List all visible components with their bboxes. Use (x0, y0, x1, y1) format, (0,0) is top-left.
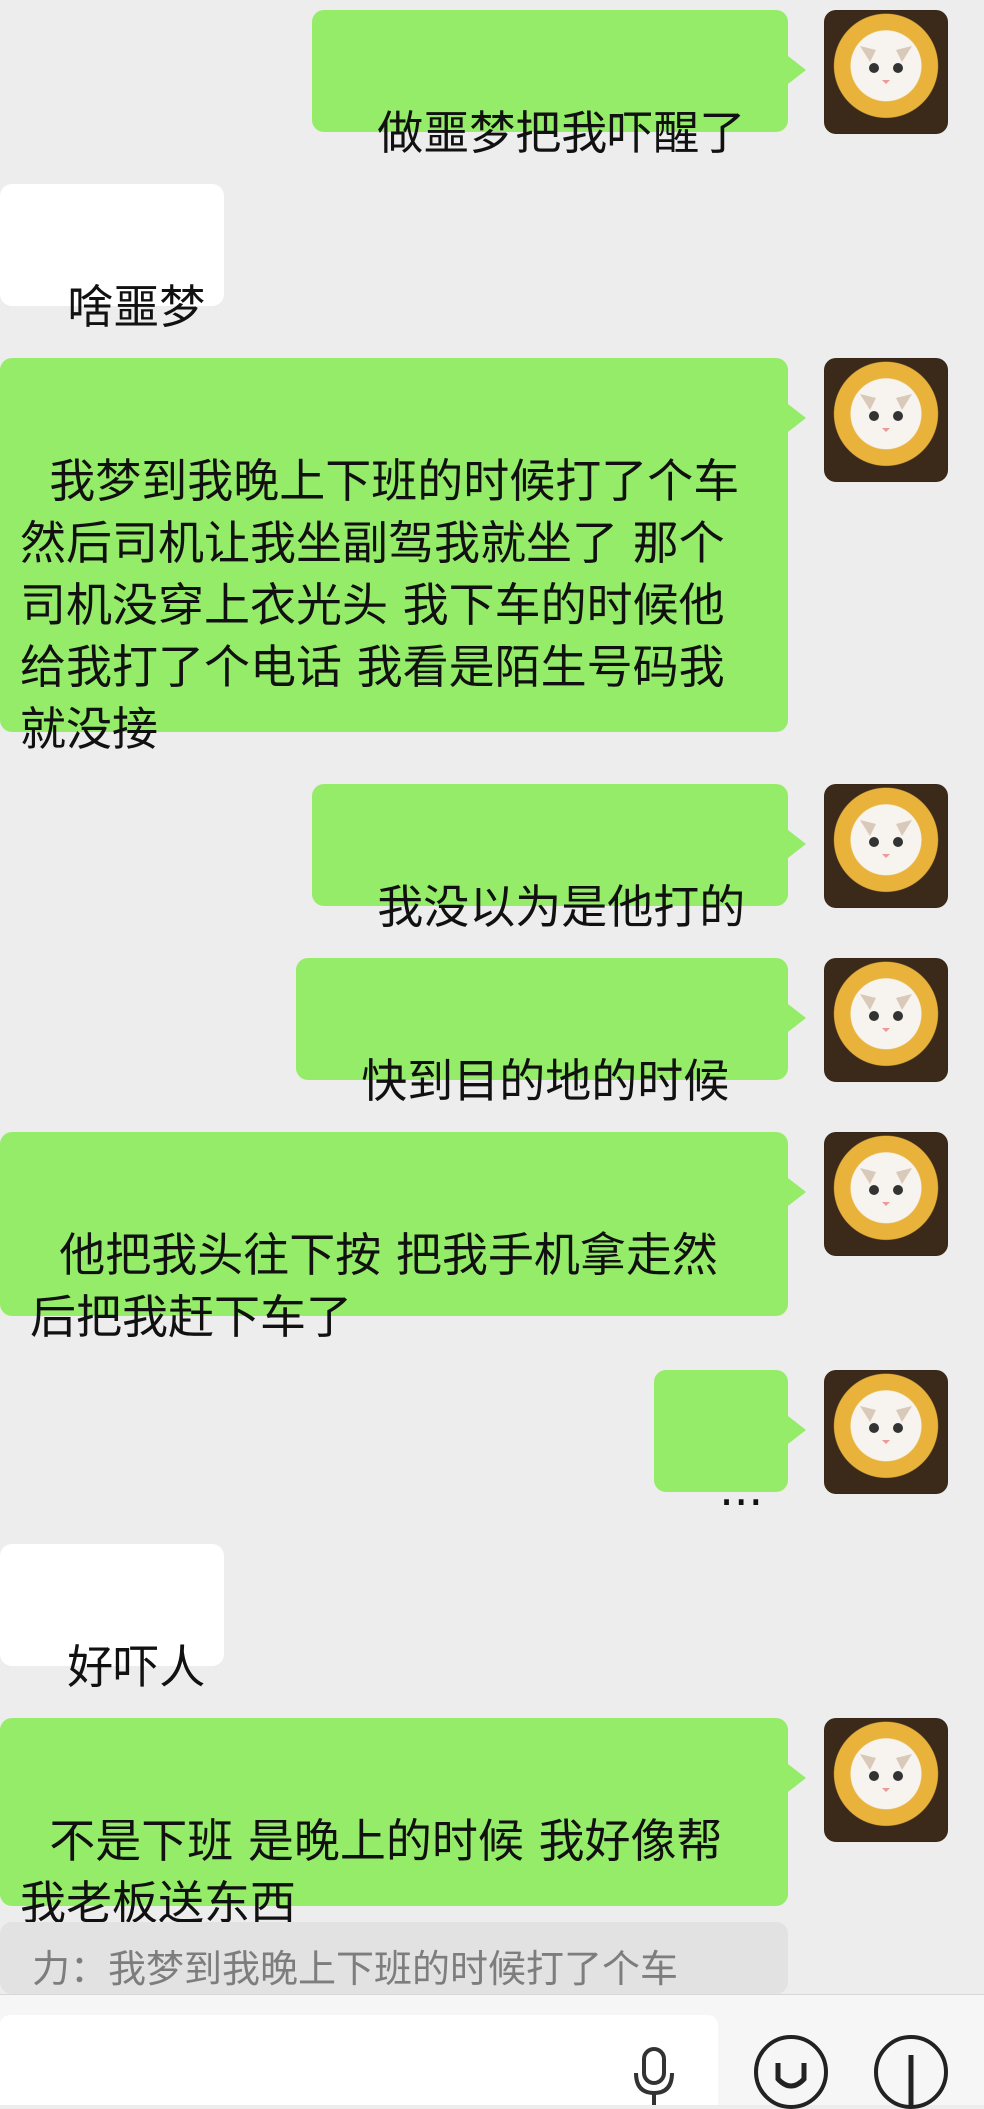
message-input[interactable] (0, 2015, 718, 2105)
message-bubble-received[interactable]: 好吓人 (0, 1544, 224, 1694)
message-text: 啥噩梦 (67, 280, 206, 334)
add-button[interactable] (874, 2035, 948, 2109)
quoted-message-preview[interactable]: 力：我梦到我晚上下班的时候打了个车 (0, 1922, 788, 1994)
kitten-avatar[interactable] (824, 1370, 948, 1494)
kitten-avatar[interactable] (824, 10, 948, 134)
kitten-avatar[interactable] (824, 358, 948, 482)
kitten-avatar[interactable] (824, 958, 948, 1082)
message-bubble-sent[interactable]: 我梦到我晚上下班的时候打了个车 然后司机让我坐副驾我就坐了 那个司机没穿上衣光头… (0, 358, 806, 756)
emoji-icon (775, 2063, 807, 2089)
message-text: 他把我头往下按 把我手机拿走然后把我赶下车了 (30, 1228, 718, 1344)
message-text: 快到目的地的时候 (361, 1054, 730, 1108)
message-bubble-sent[interactable]: 快到目的地的时候 (296, 958, 806, 1108)
message-bubble-received[interactable]: 啥噩梦 (0, 184, 224, 334)
message-bubble-sent[interactable]: 他把我头往下按 把我手机拿走然后把我赶下车了 (0, 1132, 806, 1344)
message-text: ... (719, 1462, 764, 1516)
emoji-button[interactable] (754, 2035, 828, 2109)
kitten-avatar[interactable] (824, 784, 948, 908)
message-bubble-sent[interactable]: 不是下班 是晚上的时候 我好像帮我老板送东西 (0, 1718, 806, 1930)
message-text: 我梦到我晚上下班的时候打了个车 然后司机让我坐副驾我就坐了 那个司机没穿上衣光头… (20, 454, 754, 756)
message-bubble-sent[interactable]: ... (654, 1370, 806, 1516)
quoted-message-text: 力：我梦到我晚上下班的时候打了个车 (32, 1947, 679, 1991)
message-bubble-sent[interactable]: 我没以为是他打的 (312, 784, 806, 934)
message-text: 做噩梦把我吓醒了 (377, 106, 746, 160)
message-text: 我没以为是他打的 (377, 880, 746, 934)
input-bar (0, 1994, 984, 2109)
microphone-icon[interactable] (632, 2047, 676, 2105)
kitten-avatar[interactable] (824, 1718, 948, 1842)
kitten-avatar[interactable] (824, 1132, 948, 1256)
message-text: 不是下班 是晚上的时候 我好像帮我老板送东西 (20, 1814, 723, 1930)
message-text: 好吓人 (67, 1640, 206, 1694)
message-bubble-sent[interactable]: 做噩梦把我吓醒了 (312, 10, 806, 160)
add-icon (908, 2055, 914, 2105)
